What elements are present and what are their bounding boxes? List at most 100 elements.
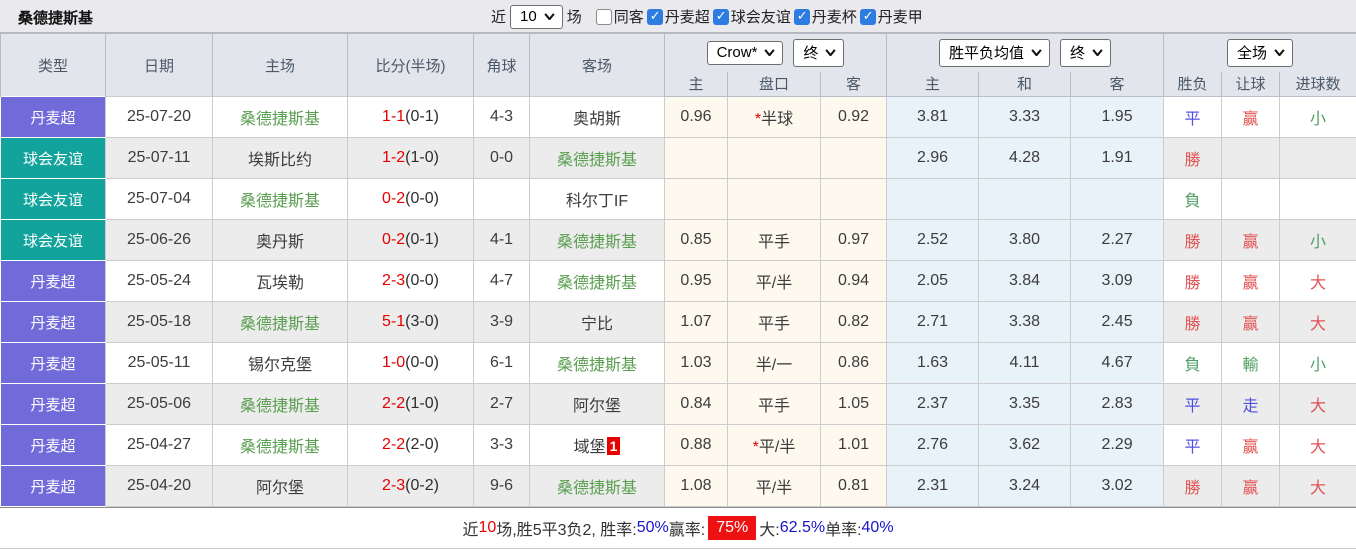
summary-text: 场,胜5平3负2, 胜率: — [496, 522, 637, 539]
away-team-badge: 1 — [606, 437, 621, 455]
league-cell: 丹麦超 — [0, 383, 106, 425]
let-result-cell: 走 — [1221, 383, 1281, 425]
handicap-cell: 平/半 — [727, 465, 821, 507]
fulltime-score: 1-1 — [382, 108, 406, 125]
odds-away-cell: 0.81 — [819, 465, 888, 507]
let-result-cell: 赢 — [1221, 260, 1281, 302]
checkbox-label[interactable]: 丹麦超 — [665, 9, 710, 26]
table-row: 丹麦超 25-05-18 桑德捷斯基 5-1(3-0) 3-9 宁比 1.07 平手 0.82 2… — [0, 301, 1356, 343]
table-row: 丹麦超 25-07-20 桑德捷斯基 1-1(0-1) 4-3 奥胡斯 0.96 *半球 0.9… — [0, 96, 1356, 138]
matches-count-select[interactable]: 10 — [510, 4, 563, 29]
fulltime-score: 2-2 — [382, 395, 406, 412]
league-cell: 丹麦超 — [0, 342, 106, 384]
odds-time-select[interactable]: 终 — [793, 38, 845, 67]
away-team-cell: 宁比 — [529, 301, 665, 343]
table-row: 丹麦超 25-05-11 锡尔克堡 1-0(0-0) 6-1 桑德捷斯基 1.03 半/一 0.… — [0, 342, 1356, 384]
avg-draw-cell: 4.28 — [978, 137, 1072, 179]
avg-home-cell: 2.96 — [886, 137, 980, 179]
table-row: 丹麦超 25-04-27 桑德捷斯基 2-2(2-0) 3-3 域堡 1 0.88 *平/半 1.… — [0, 424, 1356, 466]
date-cell: 25-07-04 — [105, 178, 213, 220]
home-team-cell: 阿尔堡 — [212, 465, 348, 507]
odds-company-select[interactable]: Crow* — [706, 40, 784, 65]
sub-header-odds-away: 客 — [819, 71, 888, 97]
odds-away-cell: 0.82 — [819, 301, 888, 343]
goals-cell: 小 — [1279, 342, 1356, 384]
league-cell: 丹麦超 — [0, 424, 106, 466]
matches-label: 场 — [566, 9, 582, 26]
corners-cell — [473, 178, 530, 220]
chevron-down-icon — [544, 12, 555, 20]
col-header-home: 主场 — [212, 33, 348, 97]
summary-text: 50% — [636, 519, 669, 536]
score-cell: 1-1(0-1) — [347, 96, 474, 138]
fulltime-score: 2-3 — [382, 272, 406, 289]
handicap-star: * — [754, 111, 762, 128]
league-cell: 丹麦超 — [0, 465, 106, 507]
sub-header-avg-draw: 和 — [978, 71, 1072, 97]
period-select[interactable]: 全场 — [1227, 38, 1294, 67]
odds-away-cell: 0.97 — [819, 219, 888, 261]
match-history-table: 类型 日期 主场 比分(半场) 角球 客场 Crow* 终 胜平负均值 终 全场… — [0, 33, 1356, 507]
sub-header-result: 胜负 — [1163, 71, 1223, 97]
checkbox-label[interactable]: 同客 — [614, 9, 644, 26]
odds-home-cell — [664, 137, 728, 179]
table-row: 球会友谊 25-07-04 桑德捷斯基 0-2(0-0) 科尔丁IF 負 — [0, 178, 1356, 220]
checkbox-label[interactable]: 丹麦甲 — [878, 9, 923, 26]
fulltime-score: 2-3 — [382, 477, 406, 494]
avg-away-cell: 3.02 — [1070, 465, 1165, 507]
avg-group-header: 胜平负均值 终 — [886, 33, 1165, 72]
result-cell: 平 — [1163, 424, 1223, 466]
avg-draw-cell — [978, 178, 1072, 220]
avg-away-cell: 2.45 — [1070, 301, 1165, 343]
col-header-date: 日期 — [105, 33, 213, 97]
goals-cell: 大 — [1279, 424, 1356, 466]
odds-away-cell: 0.94 — [819, 260, 888, 302]
corners-cell: 2-7 — [473, 383, 530, 425]
odds-away-cell: 1.01 — [819, 424, 888, 466]
chevron-down-icon — [1274, 48, 1285, 56]
result-cell: 勝 — [1163, 465, 1223, 507]
avg-home-cell: 2.76 — [886, 424, 980, 466]
checkbox-checked[interactable] — [646, 8, 663, 25]
goals-cell: 小 — [1279, 96, 1356, 138]
checkbox-checked[interactable] — [859, 8, 876, 25]
avg-draw-cell: 4.11 — [978, 342, 1072, 384]
checkbox-checked[interactable] — [712, 8, 729, 25]
home-team-cell: 桑德捷斯基 — [212, 178, 348, 220]
summary-text: 10 — [478, 519, 497, 536]
avg-type-select[interactable]: 胜平负均值 — [939, 38, 1051, 67]
home-team-cell: 奥丹斯 — [212, 219, 348, 261]
halftime-score: (0-1) — [405, 108, 439, 125]
corners-cell: 3-3 — [473, 424, 530, 466]
result-cell: 勝 — [1163, 260, 1223, 302]
avg-home-cell: 2.71 — [886, 301, 980, 343]
handicap-star: * — [752, 439, 759, 456]
col-header-type: 类型 — [0, 33, 106, 97]
league-cell: 丹麦超 — [0, 96, 106, 138]
checkbox-label[interactable]: 丹麦杯 — [812, 9, 857, 26]
halftime-score: (0-2) — [405, 477, 439, 494]
score-cell: 0-2(0-1) — [347, 219, 474, 261]
checkbox-label[interactable]: 球会友谊 — [731, 9, 791, 26]
away-team-cell: 桑德捷斯基 — [529, 465, 665, 507]
goals-cell: 大 — [1279, 301, 1356, 343]
checkbox-unchecked[interactable] — [595, 9, 612, 25]
summary-text: 大: — [759, 522, 780, 539]
score-cell: 1-2(1-0) — [347, 137, 474, 179]
odds-home-cell: 0.85 — [664, 219, 728, 261]
checkbox-checked[interactable] — [793, 8, 810, 25]
halftime-score: (0-0) — [405, 272, 439, 289]
goals-cell: 大 — [1279, 383, 1356, 425]
avg-away-cell: 1.91 — [1070, 137, 1165, 179]
goals-cell: 大 — [1279, 465, 1356, 507]
odds-home-cell — [664, 178, 728, 220]
league-cell: 球会友谊 — [0, 178, 106, 220]
home-team-cell: 桑德捷斯基 — [212, 96, 348, 138]
sub-header-handicap: 盘口 — [727, 71, 821, 97]
table-row: 丹麦超 25-04-20 阿尔堡 2-3(0-2) 9-6 桑德捷斯基 1.08 平/半 0.8… — [0, 465, 1356, 507]
handicap-cell: 平手 — [727, 219, 821, 261]
summary-text: 40% — [861, 519, 894, 536]
avg-time-select[interactable]: 终 — [1060, 38, 1112, 67]
score-cell: 2-2(2-0) — [347, 424, 474, 466]
date-cell: 25-05-24 — [105, 260, 213, 302]
